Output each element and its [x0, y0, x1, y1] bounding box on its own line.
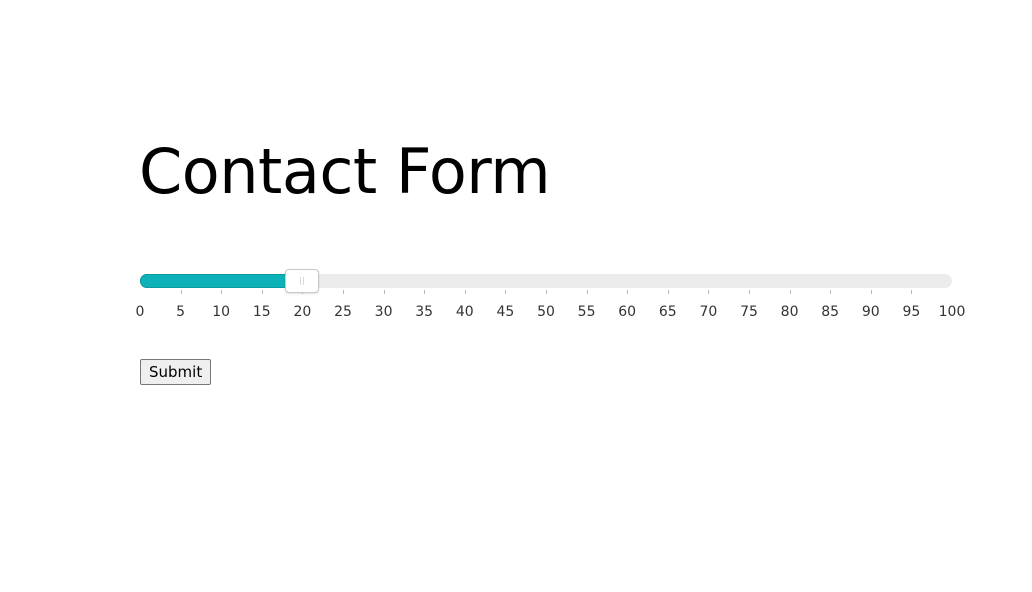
tick-label: 0: [135, 304, 145, 320]
slider-handle[interactable]: [285, 269, 320, 293]
tick-mark: [830, 290, 832, 294]
submit-button[interactable]: Submit: [140, 359, 212, 385]
grip-icon: [300, 277, 305, 285]
range-slider[interactable]: 0 5 10 15 20 25 30 35 40 45 50 55 60 65 70 75 80 85 90 95 10…: [136, 260, 965, 330]
tick-label: 5: [176, 304, 186, 320]
tick-label: 100: [938, 304, 966, 320]
tick-mark: [667, 290, 669, 294]
tick-label: 35: [415, 304, 434, 320]
tick-mark: [546, 290, 547, 294]
tick-label: 40: [455, 304, 474, 320]
tick-label: 45: [496, 304, 515, 320]
slider-fill: [140, 274, 303, 288]
tick-label: 55: [577, 304, 596, 320]
tick-label: 70: [699, 304, 718, 320]
tick-mark: [708, 290, 710, 294]
tick-mark: [424, 290, 426, 294]
tick-label: 95: [902, 304, 921, 320]
tick-label: 25: [334, 304, 352, 320]
tick-mark: [180, 290, 182, 294]
tick-label: 20: [293, 304, 312, 320]
tick-mark: [627, 290, 629, 294]
page-title: Contact Form: [139, 135, 551, 208]
tick-mark: [749, 290, 750, 294]
tick-label: 15: [252, 304, 271, 320]
tick-label: 65: [658, 304, 677, 320]
tick-label: 85: [821, 304, 840, 320]
tick-mark: [221, 290, 223, 294]
tick-label: 90: [861, 304, 880, 320]
tick-mark: [586, 290, 588, 294]
tick-mark: [343, 290, 344, 294]
tick-mark: [505, 290, 507, 294]
tick-mark: [870, 290, 872, 294]
tick-label: 50: [537, 304, 555, 320]
tick-mark: [464, 290, 466, 294]
tick-label: 80: [780, 304, 799, 320]
tick-label: 30: [374, 304, 393, 320]
tick-label: 10: [212, 304, 231, 320]
tick-label: 75: [740, 304, 758, 320]
tick-mark: [383, 290, 385, 294]
tick-mark: [911, 290, 913, 294]
tick-mark: [789, 290, 791, 294]
tick-label: 60: [618, 304, 637, 320]
tick-mark: [261, 290, 263, 294]
